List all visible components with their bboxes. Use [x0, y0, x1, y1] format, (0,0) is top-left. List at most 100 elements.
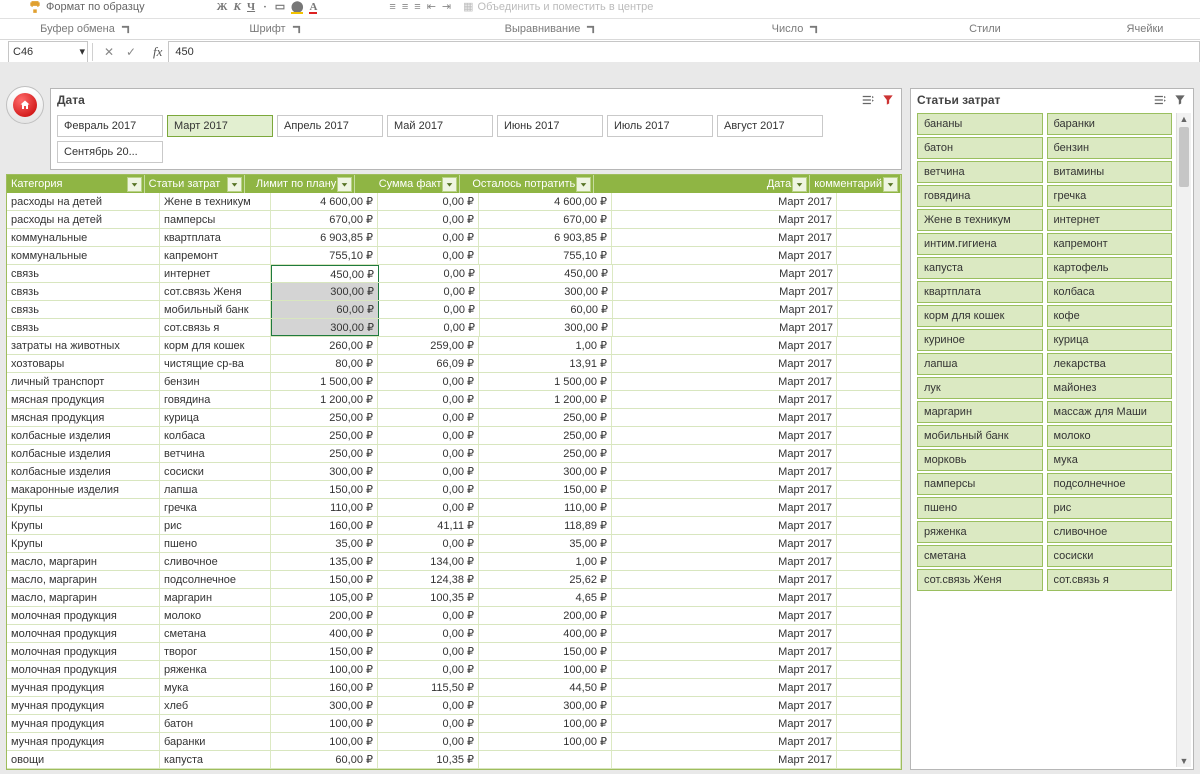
cell[interactable]: 300,00 ₽ [479, 697, 612, 714]
cell[interactable]: Март 2017 [612, 427, 837, 444]
cell[interactable]: 400,00 ₽ [479, 625, 612, 642]
category-slicer-item[interactable]: майонез [1047, 377, 1173, 399]
date-slicer-item[interactable]: Июль 2017 [607, 115, 713, 137]
cell[interactable]: корм для кошек [160, 337, 271, 354]
cell[interactable]: мясная продукция [7, 409, 160, 426]
cell[interactable]: творог [160, 643, 271, 660]
cell[interactable]: колбасные изделия [7, 445, 160, 462]
cell[interactable]: Март 2017 [612, 517, 837, 534]
accept-formula-button[interactable]: ✓ [121, 43, 141, 61]
cell[interactable]: 160,00 ₽ [271, 679, 378, 696]
fx-icon[interactable]: fx [153, 44, 162, 60]
cell[interactable]: связь [7, 319, 160, 336]
bold-icon[interactable]: Ж [217, 1, 228, 13]
category-slicer-item[interactable]: ряженка [917, 521, 1043, 543]
cell[interactable]: Март 2017 [612, 373, 837, 390]
category-slicer-item[interactable]: говядина [917, 185, 1043, 207]
cell[interactable]: Крупы [7, 499, 160, 516]
cell[interactable]: молочная продукция [7, 625, 160, 642]
table-row[interactable]: мучная продукциябатон100,00 ₽0,00 ₽100,0… [7, 715, 901, 733]
cell[interactable]: 450,00 ₽ [271, 265, 379, 282]
cancel-formula-button[interactable]: ✕ [99, 43, 119, 61]
cell[interactable]: 300,00 ₽ [271, 463, 378, 480]
cell[interactable]: Март 2017 [612, 679, 837, 696]
category-slicer-item[interactable]: лук [917, 377, 1043, 399]
table-row[interactable]: расходы на детейпамперсы670,00 ₽0,00 ₽67… [7, 211, 901, 229]
cell[interactable]: бензин [160, 373, 271, 390]
cell[interactable] [837, 661, 901, 678]
category-slicer-item[interactable]: сосиски [1047, 545, 1173, 567]
clear-filter-icon[interactable] [881, 93, 895, 107]
col-header-expense[interactable]: Статьи затрат [145, 175, 245, 193]
cell[interactable]: квартплата [160, 229, 271, 246]
cell[interactable]: 259,00 ₽ [378, 337, 479, 354]
dialog-launcher-icon[interactable] [809, 25, 818, 34]
cell[interactable] [837, 607, 901, 624]
format-painter-button[interactable]: Формат по образцу [28, 0, 145, 14]
cell[interactable] [837, 499, 901, 516]
cell[interactable]: 0,00 ₽ [378, 445, 479, 462]
category-slicer-item[interactable]: рис [1047, 497, 1173, 519]
cell[interactable]: макаронные изделия [7, 481, 160, 498]
table-row[interactable]: макаронные изделиялапша150,00 ₽0,00 ₽150… [7, 481, 901, 499]
date-slicer-item[interactable]: Апрель 2017 [277, 115, 383, 137]
cell[interactable]: баранки [160, 733, 271, 750]
filter-arrow-icon[interactable] [337, 177, 352, 192]
cell[interactable]: 4,65 ₽ [479, 589, 612, 606]
align-center-icon[interactable]: ≡ [402, 1, 408, 13]
cell[interactable]: 670,00 ₽ [271, 211, 378, 228]
table-row[interactable]: масло, маргаринподсолнечное150,00 ₽124,3… [7, 571, 901, 589]
table-row[interactable]: мясная продукциякурица250,00 ₽0,00 ₽250,… [7, 409, 901, 427]
category-slicer-item[interactable]: бананы [917, 113, 1043, 135]
category-slicer-item[interactable]: капремонт [1047, 233, 1173, 255]
cell[interactable] [837, 535, 901, 552]
cell[interactable]: 0,00 ₽ [378, 607, 479, 624]
multiselect-icon[interactable] [861, 93, 875, 107]
table-row[interactable]: колбасные изделиясосиски300,00 ₽0,00 ₽30… [7, 463, 901, 481]
cell[interactable]: 0,00 ₽ [378, 625, 479, 642]
cell[interactable]: Март 2017 [613, 265, 838, 282]
border-icon[interactable]: ▭ [275, 0, 285, 13]
cell[interactable]: 150,00 ₽ [271, 571, 378, 588]
filter-arrow-icon[interactable] [576, 177, 591, 192]
filter-arrow-icon[interactable] [792, 177, 807, 192]
category-slicer-item[interactable]: батон [917, 137, 1043, 159]
cell[interactable]: 100,00 ₽ [271, 733, 378, 750]
cell[interactable] [837, 211, 901, 228]
cell[interactable]: 35,00 ₽ [271, 535, 378, 552]
cell[interactable]: 300,00 ₽ [480, 283, 613, 300]
cell[interactable]: Март 2017 [612, 571, 837, 588]
cell[interactable]: интернет [160, 265, 271, 282]
cell[interactable]: масло, маргарин [7, 553, 160, 570]
cell[interactable]: сметана [160, 625, 271, 642]
cell[interactable]: 400,00 ₽ [271, 625, 378, 642]
cell[interactable]: Март 2017 [612, 355, 837, 372]
cell[interactable]: 6 903,85 ₽ [271, 229, 378, 246]
cell[interactable]: 0,00 ₽ [379, 301, 480, 318]
cell[interactable]: Март 2017 [612, 751, 837, 768]
table-row[interactable]: молочная продукцияряженка100,00 ₽0,00 ₽1… [7, 661, 901, 679]
cell[interactable]: молоко [160, 607, 271, 624]
category-slicer-item[interactable]: интим.гигиена [917, 233, 1043, 255]
cell[interactable]: Март 2017 [612, 661, 837, 678]
table-row[interactable]: связьсот.связь Женя300,00 ₽0,00 ₽300,00 … [7, 283, 901, 301]
cell[interactable]: 1 200,00 ₽ [271, 391, 378, 408]
filter-arrow-icon[interactable] [127, 177, 142, 192]
cell[interactable]: 150,00 ₽ [271, 643, 378, 660]
cell[interactable]: Март 2017 [612, 589, 837, 606]
cell[interactable]: 135,00 ₽ [271, 553, 378, 570]
cell[interactable]: лапша [160, 481, 271, 498]
cell[interactable]: памперсы [160, 211, 271, 228]
col-header-category[interactable]: Категория [7, 175, 145, 193]
scroll-up-icon[interactable]: ▲ [1177, 113, 1191, 125]
cell[interactable]: 200,00 ₽ [479, 607, 612, 624]
cell[interactable]: 0,00 ₽ [378, 193, 479, 210]
cell[interactable]: колбасные изделия [7, 427, 160, 444]
category-slicer-item[interactable]: сот.связь Женя [917, 569, 1043, 591]
cell[interactable]: расходы на детей [7, 193, 160, 210]
cell[interactable]: 110,00 ₽ [271, 499, 378, 516]
cell[interactable] [837, 391, 901, 408]
category-slicer-item[interactable]: Жене в техникум [917, 209, 1043, 231]
cell[interactable]: 260,00 ₽ [271, 337, 378, 354]
category-slicer-item[interactable]: памперсы [917, 473, 1043, 495]
